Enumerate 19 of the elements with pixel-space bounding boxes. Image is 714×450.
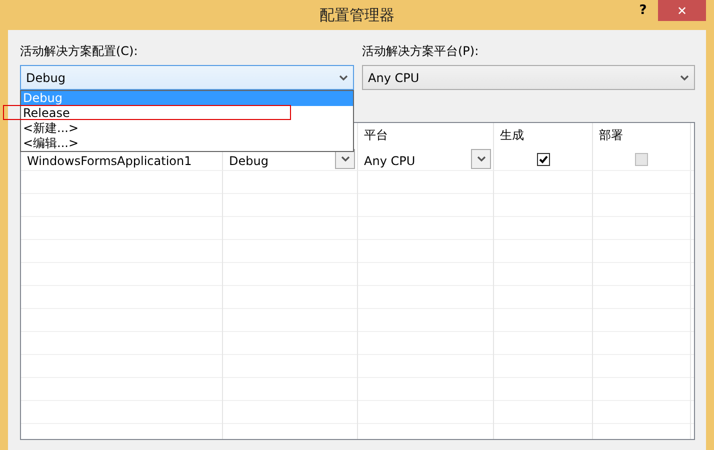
dropdown-button[interactable] (471, 149, 491, 169)
chevron-down-icon (339, 74, 348, 80)
table-cell: Any CPU (364, 154, 416, 170)
platform-dropdown[interactable]: Any CPU (362, 65, 695, 90)
chevron-down-icon (340, 156, 350, 162)
config-label: 活动解决方案配置(C): (20, 43, 139, 60)
chevron-down-icon (476, 156, 486, 162)
help-button[interactable]: ? (628, 0, 658, 21)
window-title: 配置管理器 (320, 6, 394, 24)
platform-label: 活动解决方案平台(P): (362, 43, 480, 60)
dropdown-option[interactable]: Release (21, 106, 353, 121)
close-button[interactable]: ✕ (658, 0, 706, 21)
config-dropdown[interactable]: Debug (20, 65, 354, 90)
dropdown-option[interactable]: <新建...> (21, 121, 353, 136)
chevron-down-icon (680, 74, 689, 80)
dropdown-option[interactable]: <编辑...> (21, 136, 353, 151)
table-cell: Debug (229, 154, 268, 170)
checkbox[interactable] (536, 152, 550, 166)
table-cell: WindowsFormsApplication1 (27, 154, 192, 170)
